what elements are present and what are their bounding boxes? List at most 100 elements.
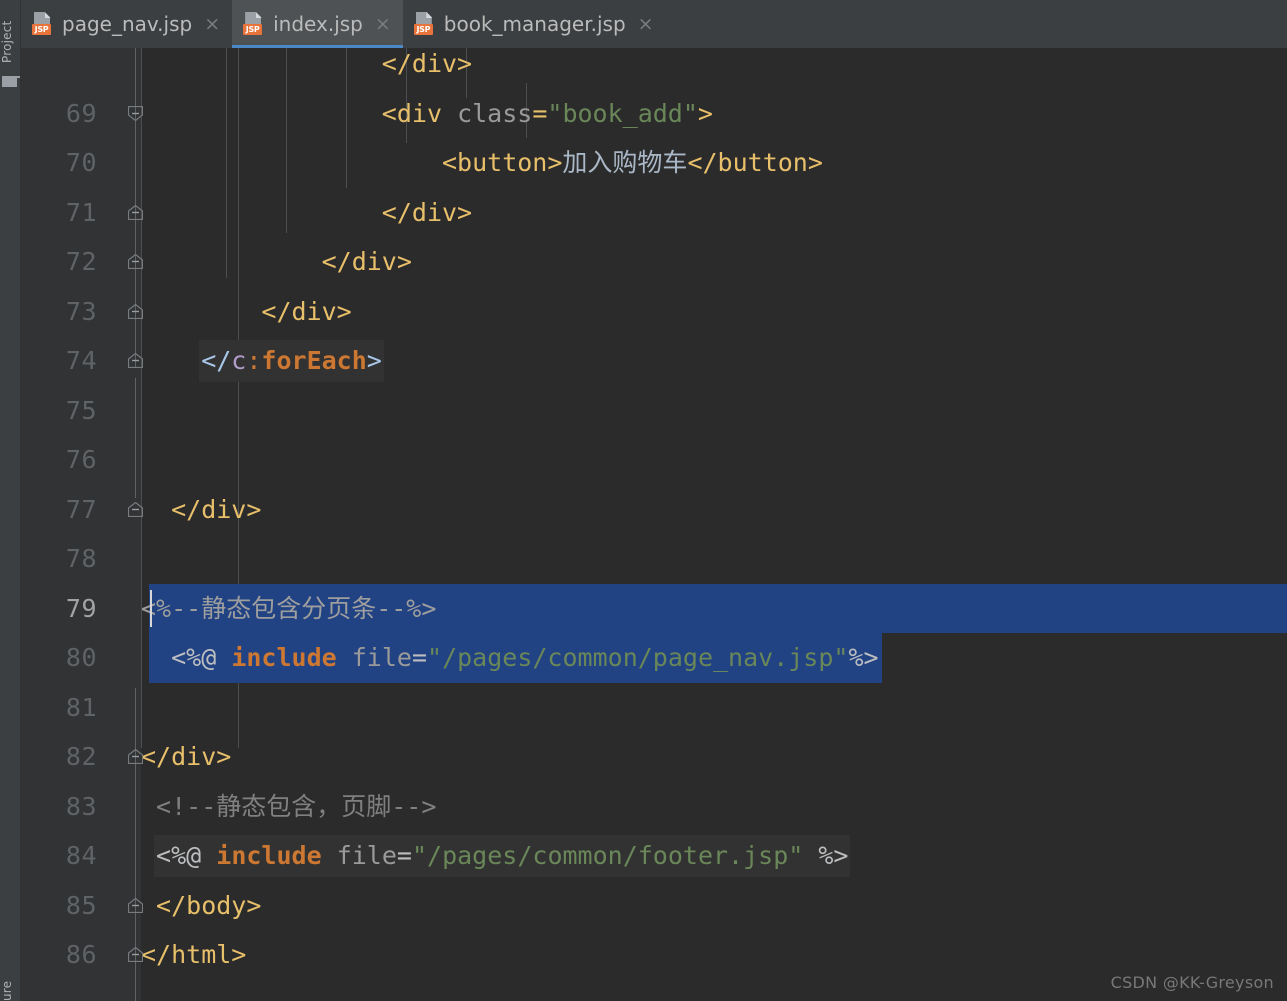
code-text[interactable]: </div> xyxy=(141,732,231,782)
token: </body> xyxy=(156,890,262,920)
code-text[interactable]: </div> xyxy=(171,485,261,535)
line-number: 76 xyxy=(65,445,97,474)
fold-collapse-icon[interactable] xyxy=(128,947,143,963)
code-text[interactable]: <%@ include file="/pages/common/page_nav… xyxy=(171,633,879,683)
token: </div> xyxy=(381,49,473,78)
code-line[interactable]: 78 xyxy=(21,534,1287,584)
token: </html> xyxy=(141,940,247,969)
editor-tab-label: index.jsp xyxy=(273,12,363,36)
line-number: 73 xyxy=(65,296,97,326)
jsp-file-icon: JSP xyxy=(413,12,436,36)
token: %> xyxy=(803,841,849,870)
code-text[interactable]: <button>加入购物车</button> xyxy=(442,138,823,188)
code-line[interactable]: </div> xyxy=(21,48,1287,89)
token: > xyxy=(697,98,713,128)
token: include xyxy=(231,643,337,672)
tool-window-rail: Project ure xyxy=(0,0,21,1001)
token: </div> xyxy=(381,197,473,227)
fold-collapse-icon[interactable] xyxy=(128,897,143,913)
tool-button-structure[interactable]: ure xyxy=(0,947,20,1001)
text-caret xyxy=(150,589,152,627)
line-number: 83 xyxy=(65,791,97,821)
code-line[interactable]: 70 <button>加入购物车</button> xyxy=(21,138,1287,188)
token: %> xyxy=(848,643,879,672)
token: class xyxy=(457,98,533,128)
code-text[interactable]: <!--静态包含，页脚--> xyxy=(156,782,436,832)
token: 加入购物车 xyxy=(562,148,688,177)
token: <button> xyxy=(442,148,563,177)
token: <!--静态包含，页脚--> xyxy=(156,791,437,821)
line-number: 69 xyxy=(65,98,97,128)
code-line[interactable]: 84 <%@ include file="/pages/common/footer… xyxy=(21,831,1287,881)
ide-window: Project ure JSP page_nav.jsp × JSP index.jsp… xyxy=(0,0,1287,1001)
jsp-badge: JSP xyxy=(413,24,433,35)
line-number: 81 xyxy=(65,692,97,722)
token: <%@ xyxy=(156,841,217,870)
tool-button-project[interactable]: Project xyxy=(0,3,20,63)
token: = xyxy=(532,98,548,128)
code-line[interactable]: 83 <!--静态包含，页脚--> xyxy=(21,782,1287,832)
code-text[interactable]: </body> xyxy=(156,881,261,931)
close-icon[interactable]: × xyxy=(638,14,654,34)
token: = xyxy=(396,841,412,870)
close-icon[interactable]: × xyxy=(375,14,391,34)
code-text[interactable]: <%--静态包含分页条--%> xyxy=(141,584,436,634)
code-line[interactable]: 86 </html> xyxy=(21,930,1287,980)
code-text[interactable]: </div> xyxy=(382,48,472,89)
code-text[interactable]: </html> xyxy=(141,930,246,980)
editor-tab-bar: JSP page_nav.jsp × JSP index.jsp × JSP book_man… xyxy=(21,0,1287,48)
code-text[interactable]: <%@ include file="/pages/common/footer.j… xyxy=(156,831,848,881)
token: c xyxy=(231,346,247,375)
token: : xyxy=(246,346,262,375)
code-line[interactable]: 79 <%--静态包含分页条--%> xyxy=(21,584,1287,634)
editor-tab-page_nav-jsp[interactable]: JSP page_nav.jsp × xyxy=(21,0,233,48)
fold-collapse-icon[interactable] xyxy=(128,254,143,270)
code-line[interactable]: 76 xyxy=(21,435,1287,485)
jsp-file-icon: JSP xyxy=(243,12,265,36)
line-number: 71 xyxy=(65,197,97,227)
code-editor[interactable]: </div> 69 <div class="book_add"> 70 <button>… xyxy=(21,48,1287,1001)
line-number: 74 xyxy=(65,346,97,375)
fold-collapse-icon[interactable] xyxy=(128,303,143,319)
code-line[interactable]: 72 </div> xyxy=(21,237,1287,287)
token: file xyxy=(336,841,397,870)
code-text[interactable]: </div> xyxy=(322,237,412,287)
token: forEach xyxy=(261,346,367,375)
fold-collapse-icon[interactable] xyxy=(128,204,143,220)
fold-collapse-icon[interactable] xyxy=(128,501,143,517)
jsp-badge: JSP xyxy=(243,24,263,35)
editor-tab-label: book_manager.jsp xyxy=(443,12,626,36)
code-line[interactable]: 75 xyxy=(21,386,1287,436)
fold-collapse-icon[interactable] xyxy=(128,353,143,369)
code-text[interactable]: </div> xyxy=(261,287,351,337)
code-line[interactable]: 74 </c:forEach> xyxy=(21,336,1287,386)
code-line[interactable]: 73 </div> xyxy=(21,287,1287,337)
code-line[interactable]: 82 </div> xyxy=(21,732,1287,782)
fold-collapse-icon[interactable] xyxy=(128,749,143,765)
token: </button> xyxy=(687,148,823,177)
token: file xyxy=(351,643,412,672)
fold-end-icon[interactable] xyxy=(128,105,143,121)
code-line[interactable]: 85 </body> xyxy=(21,881,1287,931)
code-text[interactable]: <div class="book_add"> xyxy=(382,89,713,139)
token: " xyxy=(788,841,804,870)
token: > xyxy=(366,346,382,375)
editor-tab-index-jsp[interactable]: JSP index.jsp × xyxy=(232,0,403,48)
code-text[interactable]: </div> xyxy=(382,188,472,238)
line-number: 72 xyxy=(65,247,97,276)
folder-icon xyxy=(2,76,20,87)
line-number: 86 xyxy=(65,940,97,969)
code-line[interactable]: 77 </div> xyxy=(21,485,1287,535)
code-line[interactable]: 80 <%@ include file="/pages/common/page_n… xyxy=(21,633,1287,683)
code-text[interactable]: </c:forEach> xyxy=(201,336,382,386)
token: </div> xyxy=(171,494,262,524)
line-number: 85 xyxy=(65,890,97,920)
code-line[interactable]: 71 </div> xyxy=(21,188,1287,238)
token: </ xyxy=(201,346,232,375)
editor-tab-book_manager-jsp[interactable]: JSP book_manager.jsp × xyxy=(402,0,666,48)
code-line[interactable]: 69 <div class="book_add"> xyxy=(21,89,1287,139)
code-line[interactable]: 81 xyxy=(21,683,1287,733)
close-icon[interactable]: × xyxy=(204,14,220,34)
